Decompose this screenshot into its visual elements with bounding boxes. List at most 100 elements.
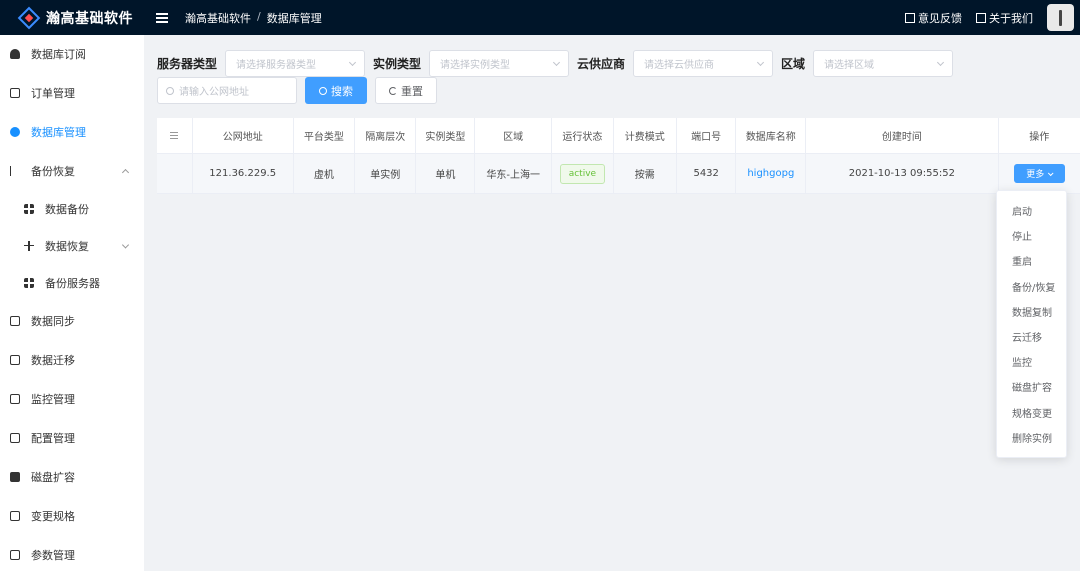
status-badge: active (559, 163, 606, 184)
logo-icon (17, 6, 41, 29)
sidebar-item-orders[interactable]: 订单管理 (0, 73, 144, 112)
db-name-link[interactable]: highgopg (747, 168, 794, 179)
menu-item-monitor[interactable]: 监控 (997, 349, 1066, 374)
move-icon (24, 240, 34, 251)
ip-search-input[interactable]: 请输入公网地址 (157, 77, 297, 104)
sidebar-item-monitor[interactable]: 监控管理 (0, 379, 144, 418)
search-icon (319, 86, 327, 95)
sidebar-item-subscription[interactable]: 数据库订阅 (0, 35, 144, 73)
folder-icon (10, 549, 20, 560)
sidebar-item-data-restore[interactable]: 数据恢复 (0, 227, 144, 264)
sidebar-item-disk[interactable]: 磁盘扩容 (0, 457, 144, 496)
public-ip-cell: 121.36.229.5 (193, 154, 294, 193)
building-icon (976, 12, 986, 23)
search-row: 请输入公网地址 搜索 重置 (157, 77, 437, 104)
sidebar-item-data-backup[interactable]: 数据备份 (0, 190, 144, 227)
sidebar-item-label: 数据库管理 (31, 125, 86, 139)
server-type-select[interactable]: 请选择服务器类型 (225, 50, 366, 77)
sidebar-item-label: 数据恢复 (45, 239, 89, 253)
feedback-link[interactable]: 意见反馈 (905, 10, 962, 26)
instance-type-cell: 单机 (416, 154, 476, 193)
migrate-icon (10, 354, 20, 365)
status-cell: active (552, 154, 614, 193)
table-header: 公网地址 平台类型 隔离层次 实例类型 区域 运行状态 计费模式 端口号 数据库… (157, 118, 1080, 154)
column-header: 计费模式 (614, 118, 677, 153)
column-header: 实例类型 (416, 118, 476, 153)
region-cell: 华东-上海一 (475, 154, 553, 193)
region-select[interactable]: 请选择区域 (813, 50, 954, 77)
about-link[interactable]: 关于我们 (976, 10, 1033, 26)
chevron-up-icon (121, 168, 130, 176)
server-type-label: 服务器类型 (157, 57, 218, 71)
port-cell: 5432 (677, 154, 737, 193)
breadcrumb-root[interactable]: 瀚高基础软件 (185, 10, 251, 26)
sidebar-item-migrate[interactable]: 数据迁移 (0, 340, 144, 379)
column-header: 运行状态 (552, 118, 614, 153)
action-cell: 更多 (999, 154, 1080, 193)
sidebar-item-label: 数据迁移 (31, 353, 75, 367)
sidebar-item-label: 参数管理 (31, 548, 75, 562)
top-bar: 瀚高基础软件 瀚高基础软件 / 数据库管理 意见反馈 关于我们 (0, 0, 1080, 35)
brand[interactable]: 瀚高基础软件 (0, 0, 144, 35)
order-icon (10, 87, 20, 98)
sidebar-item-config[interactable]: 配置管理 (0, 418, 144, 457)
sidebar-item-spec[interactable]: 变更规格 (0, 496, 144, 535)
column-header: 公网地址 (193, 118, 294, 153)
created-time-cell: 2021-10-13 09:55:52 (806, 154, 999, 193)
menu-toggle-icon[interactable] (156, 12, 168, 23)
spec-icon (10, 510, 20, 521)
menu-item-start[interactable]: 启动 (997, 198, 1066, 223)
disk-icon (10, 471, 20, 482)
chevron-down-icon (121, 240, 130, 249)
edit-icon (905, 12, 915, 23)
instance-type-select[interactable]: 请选择实例类型 (429, 50, 570, 77)
instance-table: 公网地址 平台类型 隔离层次 实例类型 区域 运行状态 计费模式 端口号 数据库… (157, 118, 1080, 194)
region-placeholder: 请选择区域 (824, 60, 875, 71)
server-grid-icon (24, 277, 34, 288)
refresh-icon (389, 86, 397, 95)
more-button[interactable]: 更多 (1013, 164, 1065, 183)
isolation-cell: 单实例 (355, 154, 417, 193)
avatar[interactable] (1047, 4, 1074, 31)
sidebar-item-backup-server[interactable]: 备份服务器 (0, 264, 144, 301)
reset-button[interactable]: 重置 (375, 77, 437, 104)
sidebar: 数据库订阅 订单管理 数据库管理 备份恢复 数据备份 数据恢复 备份服务器 数据… (0, 35, 144, 571)
column-header: 创建时间 (806, 118, 999, 153)
column-menu-icon (170, 132, 179, 139)
menu-item-data-copy[interactable]: 数据复制 (997, 299, 1066, 324)
cloud-provider-placeholder: 请选择云供应商 (644, 60, 715, 71)
column-header: 数据库名称 (736, 118, 807, 153)
chevron-down-icon (937, 58, 945, 67)
menu-item-restart[interactable]: 重启 (997, 248, 1066, 273)
chevron-down-icon (1048, 169, 1054, 176)
menu-item-delete[interactable]: 删除实例 (997, 425, 1066, 450)
menu-item-cloud-migrate[interactable]: 云迁移 (997, 324, 1066, 349)
column-header: 端口号 (677, 118, 737, 153)
menu-item-stop[interactable]: 停止 (997, 223, 1066, 248)
about-label: 关于我们 (989, 11, 1033, 25)
breadcrumb: 瀚高基础软件 / 数据库管理 (185, 10, 322, 26)
menu-item-backup-restore[interactable]: 备份/恢复 (997, 274, 1066, 299)
column-header: 隔离层次 (355, 118, 417, 153)
sidebar-item-database[interactable]: 数据库管理 (0, 112, 144, 151)
sidebar-item-label: 数据库订阅 (31, 48, 86, 61)
breadcrumb-current: 数据库管理 (266, 11, 322, 25)
db-name-cell: highgopg (736, 154, 807, 193)
menu-item-disk-expand[interactable]: 磁盘扩容 (997, 374, 1066, 399)
chevron-down-icon (757, 58, 765, 67)
config-icon (10, 432, 20, 443)
sidebar-item-backup[interactable]: 备份恢复 (0, 151, 144, 190)
sidebar-item-sync[interactable]: 数据同步 (0, 301, 144, 340)
cloud-provider-select[interactable]: 请选择云供应商 (633, 50, 774, 77)
sync-icon (10, 315, 20, 326)
reset-button-label: 重置 (401, 84, 423, 98)
column-settings[interactable] (157, 118, 193, 153)
search-button[interactable]: 搜索 (305, 77, 367, 104)
sidebar-item-params[interactable]: 参数管理 (0, 535, 144, 571)
cloud-provider-label: 云供应商 (577, 57, 626, 71)
more-button-label: 更多 (1026, 170, 1045, 180)
menu-item-spec-change[interactable]: 规格变更 (997, 400, 1066, 425)
ip-search-placeholder: 请输入公网地址 (179, 87, 249, 98)
backup-icon (10, 165, 20, 176)
grid-icon (24, 203, 34, 214)
